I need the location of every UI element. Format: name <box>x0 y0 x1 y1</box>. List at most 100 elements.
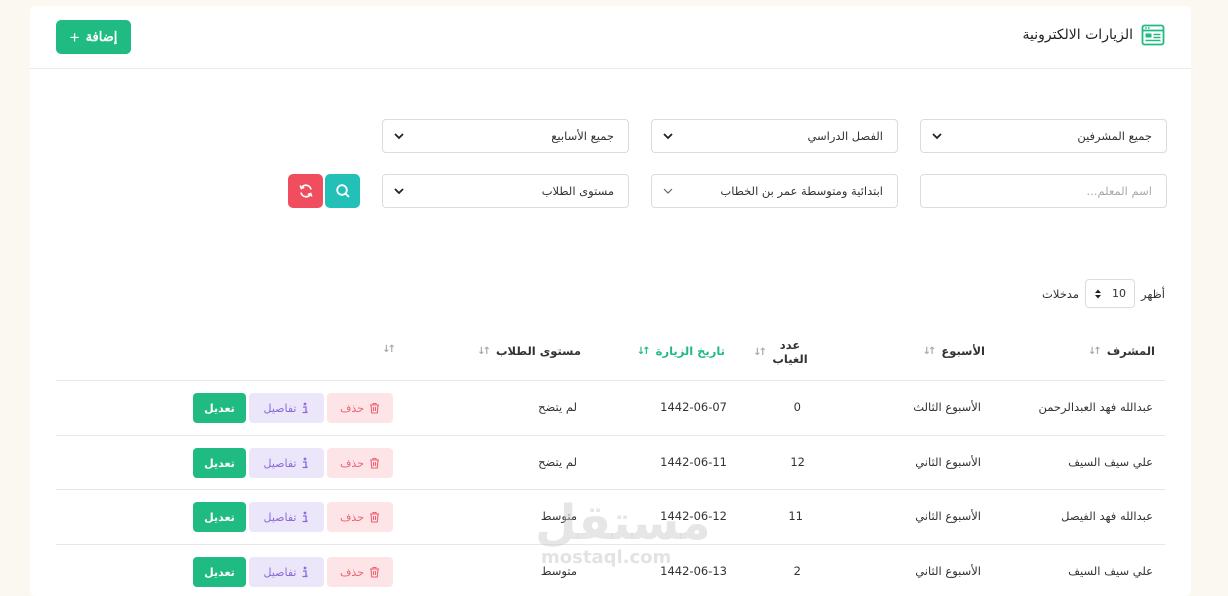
cell-supervisor: عبدالله فهد الفيصل <box>1061 509 1153 523</box>
chevron-down-icon <box>394 188 404 195</box>
page-length-control: أظهر 10 مدخلات <box>1042 279 1165 308</box>
search-button[interactable] <box>325 174 360 208</box>
column-actions[interactable]: ↑↓ <box>382 344 401 355</box>
column-absence-label: عدد الغياب <box>772 338 808 366</box>
edit-button[interactable]: تعديل <box>193 557 246 587</box>
delete-button[interactable]: حذف <box>327 448 393 478</box>
semester-select[interactable]: الفصل الدراسي <box>651 119 898 153</box>
cell-supervisor: علي سيف السيف <box>1068 564 1153 578</box>
trash-icon <box>370 402 379 414</box>
refresh-icon <box>298 184 313 198</box>
cell-absence: 12 <box>790 455 805 469</box>
visits-card: الزيارات الالكترونية إضافة + جميع المشرف… <box>30 6 1191 596</box>
details-label: تفاصيل <box>263 510 297 524</box>
cell-date: 1442-06-13 <box>660 564 727 578</box>
delete-button[interactable]: حذف <box>327 502 393 532</box>
delete-label: حذف <box>340 565 364 579</box>
sort-icon: ↑↓ <box>753 346 767 358</box>
delete-button[interactable]: حذف <box>327 557 393 587</box>
page-length-select[interactable]: 10 <box>1085 279 1135 308</box>
cell-absence: 2 <box>793 564 801 578</box>
table-divider <box>56 380 1165 381</box>
teacher-name-placeholder: اسم المعلم... <box>1086 184 1152 198</box>
cell-date: 1442-06-11 <box>660 455 727 469</box>
cell-week: الأسبوع الثالث <box>913 400 981 414</box>
info-icon <box>302 457 308 469</box>
title-wrap: الزيارات الالكترونية <box>1022 23 1165 47</box>
chevron-down-icon <box>932 133 942 140</box>
show-label: أظهر <box>1141 286 1165 301</box>
cell-level: متوسط <box>540 564 577 578</box>
cell-week: الأسبوع الثاني <box>915 564 981 578</box>
details-label: تفاصيل <box>263 456 297 470</box>
details-button[interactable]: تفاصيل <box>249 393 324 423</box>
sort-ascending-icon: ↑↓ <box>636 345 651 357</box>
delete-label: حذف <box>340 401 364 415</box>
edit-label: تعديل <box>204 565 235 579</box>
chevron-down-icon <box>663 133 673 140</box>
semester-select-value: الفصل الدراسي <box>807 129 883 143</box>
edit-button[interactable]: تعديل <box>193 448 246 478</box>
supervisor-select[interactable]: جميع المشرفين <box>920 119 1167 153</box>
column-student-level[interactable]: مستوى الطلاب ↑↓ <box>477 344 581 358</box>
delete-label: حذف <box>340 456 364 470</box>
column-week[interactable]: الأسبوع ↑↓ <box>923 344 985 358</box>
info-icon <box>302 402 308 414</box>
details-label: تفاصيل <box>263 401 297 415</box>
card-header: الزيارات الالكترونية إضافة + <box>30 6 1191 69</box>
cell-supervisor: علي سيف السيف <box>1068 455 1153 469</box>
weeks-select-value: جميع الأسابيع <box>551 129 614 143</box>
cell-absence: 11 <box>788 509 803 523</box>
browser-window-icon <box>1141 24 1165 46</box>
cell-level: لم يتضح <box>538 455 577 469</box>
edit-button[interactable]: تعديل <box>193 393 246 423</box>
column-absence[interactable]: عدد الغياب ↑↓ <box>748 338 808 366</box>
supervisor-select-value: جميع المشرفين <box>1077 129 1152 143</box>
sort-icon: ↑↓ <box>477 345 491 357</box>
trash-icon <box>370 511 379 523</box>
row-divider <box>56 489 1165 490</box>
details-button[interactable]: تفاصيل <box>249 448 324 478</box>
delete-button[interactable]: حذف <box>327 393 393 423</box>
edit-label: تعديل <box>204 456 235 470</box>
edit-label: تعديل <box>204 510 235 524</box>
chevron-down-icon <box>663 188 673 194</box>
weeks-select[interactable]: جميع الأسابيع <box>382 119 629 153</box>
sort-icon: ↑↓ <box>1088 345 1102 357</box>
delete-label: حذف <box>340 510 364 524</box>
row-divider <box>56 544 1165 545</box>
add-button-label: إضافة <box>85 29 118 44</box>
details-button[interactable]: تفاصيل <box>249 557 324 587</box>
column-visit-date-label: تاريخ الزيارة <box>655 344 725 358</box>
column-student-level-label: مستوى الطلاب <box>495 344 581 358</box>
row-divider <box>56 435 1165 436</box>
plus-icon: + <box>69 27 80 47</box>
info-icon <box>302 511 308 523</box>
cell-supervisor: عبدالله فهد العبدالرحمن <box>1038 400 1154 414</box>
cell-date: 1442-06-12 <box>660 509 727 523</box>
updown-arrows-icon <box>1095 289 1101 298</box>
cell-level: لم يتضح <box>538 400 577 414</box>
chevron-down-icon <box>394 133 404 140</box>
student-level-select-value: مستوى الطلاب <box>541 184 614 198</box>
teacher-name-input[interactable]: اسم المعلم... <box>920 174 1167 208</box>
details-button[interactable]: تفاصيل <box>249 502 324 532</box>
cell-date: 1442-06-07 <box>660 400 727 414</box>
reset-button[interactable] <box>288 174 323 208</box>
details-label: تفاصيل <box>263 565 297 579</box>
column-supervisor[interactable]: المشرف ↑↓ <box>1088 344 1155 358</box>
school-select[interactable]: ابتدائية ومتوسطة عمر بن الخطاب <box>651 174 898 208</box>
sort-icon: ↑↓ <box>922 345 937 357</box>
student-level-select[interactable]: مستوى الطلاب <box>382 174 629 208</box>
add-button[interactable]: إضافة + <box>56 20 131 54</box>
search-icon <box>335 184 350 198</box>
school-select-value: ابتدائية ومتوسطة عمر بن الخطاب <box>720 184 883 198</box>
column-visit-date[interactable]: تاريخ الزيارة ↑↓ <box>637 344 725 358</box>
entries-label: مدخلات <box>1042 286 1079 301</box>
cell-level: متوسط <box>540 509 577 523</box>
cell-week: الأسبوع الثاني <box>915 455 981 469</box>
edit-button[interactable]: تعديل <box>193 502 246 532</box>
edit-label: تعديل <box>204 401 235 415</box>
page-title: الزيارات الالكترونية <box>1022 27 1133 43</box>
column-week-label: الأسبوع <box>941 344 985 358</box>
